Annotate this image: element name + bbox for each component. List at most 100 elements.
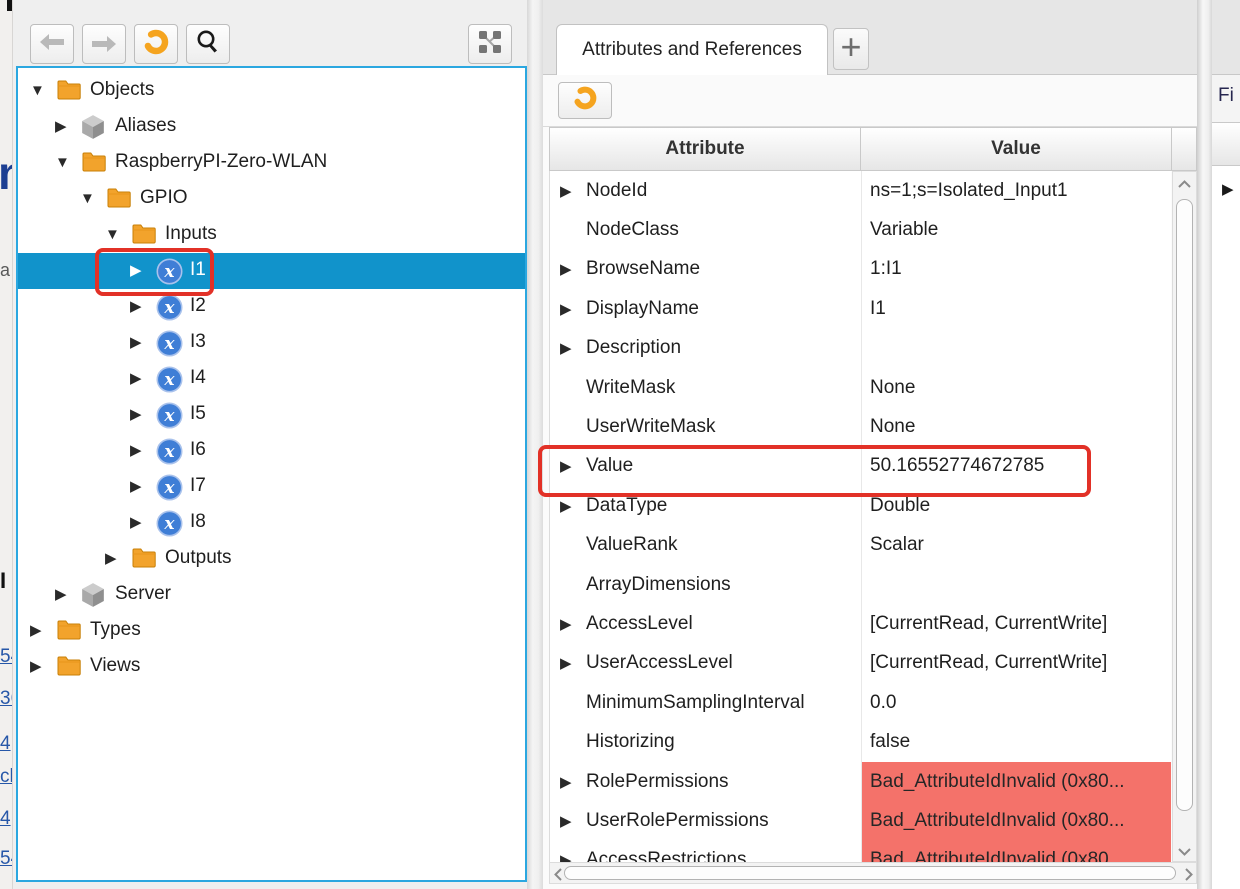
collapse-icon[interactable]: ▼ <box>105 226 120 244</box>
tab-attributes-and-references[interactable]: Attributes and References <box>556 24 828 75</box>
expand-icon[interactable]: ▶ <box>560 457 586 475</box>
expand-icon[interactable]: ▶ <box>55 118 67 136</box>
tree-item-i6[interactable]: ▶xI6 <box>18 433 525 469</box>
reconnect-button[interactable] <box>134 24 178 64</box>
expand-icon[interactable]: ▶ <box>30 658 42 676</box>
cube-icon <box>81 114 107 140</box>
add-tab-button[interactable]: + <box>833 28 869 70</box>
window-splitter-right[interactable] <box>1197 0 1212 889</box>
expand-icon[interactable]: ▶ <box>560 812 586 830</box>
column-header-value[interactable]: Value <box>861 127 1172 171</box>
attribute-row-historizing[interactable]: Historizingfalse <box>550 723 1171 762</box>
attribute-value: false <box>862 723 1171 762</box>
expand-icon[interactable]: ▶ <box>560 339 586 357</box>
refresh-attributes-button[interactable] <box>558 82 612 119</box>
expand-icon[interactable]: ▶ <box>130 334 142 352</box>
tree-item-types[interactable]: ▶Types <box>18 613 525 649</box>
attribute-row-nodeclass[interactable]: NodeClassVariable <box>550 210 1171 249</box>
expand-icon[interactable]: ▶ <box>560 851 586 862</box>
attribute-row-valuerank[interactable]: ValueRankScalar <box>550 526 1171 565</box>
tree-item-views[interactable]: ▶Views <box>18 649 525 685</box>
background-link-fragment[interactable]: 4 <box>0 733 11 755</box>
attribute-row-displayname[interactable]: ▶DisplayNameI1 <box>550 289 1171 328</box>
attribute-row-description[interactable]: ▶Description <box>550 329 1171 368</box>
attribute-row-useraccesslevel[interactable]: ▶UserAccessLevel[CurrentRead, CurrentWri… <box>550 644 1171 683</box>
attribute-row-userrolepermissions[interactable]: ▶UserRolePermissionsBad_AttributeIdInval… <box>550 801 1171 840</box>
tree-item-gpio[interactable]: ▼GPIO <box>18 181 525 217</box>
address-space-tree[interactable]: ▼ Objects ▶Aliases ▼ RaspberryPI-Zero-WLAN ▼G… <box>16 66 527 882</box>
expand-icon[interactable]: ▶ <box>30 622 42 640</box>
background-link-fragment[interactable]: 54 <box>0 646 13 668</box>
tree-item-raspberrypi-zero-wlan[interactable]: ▼ RaspberryPI-Zero-WLAN <box>18 145 525 181</box>
horizontal-scrollbar[interactable] <box>549 862 1197 884</box>
expand-icon[interactable]: ▶ <box>1222 180 1234 198</box>
expand-icon[interactable]: ▶ <box>105 550 117 568</box>
attributes-toolbar <box>543 75 1208 127</box>
back-button[interactable] <box>30 24 74 64</box>
attribute-row-datatype[interactable]: ▶DataTypeDouble <box>550 486 1171 525</box>
window-splitter[interactable] <box>527 0 543 889</box>
tree-item-i2[interactable]: ▶xI2 <box>18 289 525 325</box>
expand-icon[interactable]: ▶ <box>560 654 586 672</box>
scroll-down-icon[interactable] <box>1178 844 1191 858</box>
expand-icon[interactable]: ▶ <box>55 586 67 604</box>
expand-icon[interactable]: ▶ <box>130 370 142 388</box>
tree-item-inputs[interactable]: ▼Inputs <box>18 217 525 253</box>
attribute-row-userwritemask[interactable]: UserWriteMaskNone <box>550 407 1171 446</box>
attribute-row-accessrestrictions[interactable]: ▶AccessRestrictionsBad_AttributeIdInvali… <box>550 841 1171 862</box>
background-link-fragment[interactable]: 4 <box>0 808 11 830</box>
tree-item-label: Objects <box>90 79 154 101</box>
expand-icon[interactable]: ▶ <box>130 478 142 496</box>
scroll-right-icon[interactable] <box>1184 868 1193 883</box>
forward-button[interactable] <box>82 24 126 64</box>
expand-icon[interactable]: ▶ <box>560 497 586 515</box>
expand-icon[interactable]: ▶ <box>130 298 142 316</box>
tree-item-i4[interactable]: ▶xI4 <box>18 361 525 397</box>
tree-item-objects[interactable]: ▼ Objects <box>18 73 525 109</box>
vertical-scrollbar-thumb[interactable] <box>1176 199 1193 811</box>
tree-item-i5[interactable]: ▶xI5 <box>18 397 525 433</box>
attribute-row-browsename[interactable]: ▶BrowseName1:I1 <box>550 250 1171 289</box>
background-link-fragment[interactable]: 36 <box>0 688 13 710</box>
tree-item-server[interactable]: ▶Server <box>18 577 525 613</box>
attribute-row-value[interactable]: ▶Value50.16552774672785 <box>550 447 1171 486</box>
attribute-name: DataType <box>586 495 667 517</box>
tree-item-outputs[interactable]: ▶Outputs <box>18 541 525 577</box>
horizontal-scrollbar-thumb[interactable] <box>564 866 1176 880</box>
graph-view-button[interactable] <box>468 24 512 64</box>
tree-item-aliases[interactable]: ▶Aliases <box>18 109 525 145</box>
collapse-icon[interactable]: ▼ <box>30 82 45 100</box>
expand-icon[interactable]: ▶ <box>130 406 142 424</box>
attribute-row-accesslevel[interactable]: ▶AccessLevel[CurrentRead, CurrentWrite] <box>550 604 1171 643</box>
screenshot-root: naI54364ch454 <box>0 0 1240 889</box>
expand-icon[interactable]: ▶ <box>560 773 586 791</box>
expand-icon[interactable]: ▶ <box>560 615 586 633</box>
folder-icon <box>81 150 107 176</box>
expand-icon[interactable]: ▶ <box>130 442 142 460</box>
search-button[interactable] <box>186 24 230 64</box>
attribute-value: Bad_AttributeIdInvalid (0x80... <box>862 762 1171 801</box>
expand-icon[interactable]: ▶ <box>560 260 586 278</box>
tree-item-i7[interactable]: ▶xI7 <box>18 469 525 505</box>
column-header-attribute[interactable]: Attribute <box>549 127 861 171</box>
tree-item-i8[interactable]: ▶xI8 <box>18 505 525 541</box>
background-link-fragment[interactable]: ch <box>0 766 13 788</box>
attribute-row-nodeid[interactable]: ▶NodeIdns=1;s=Isolated_Input1 <box>550 171 1171 210</box>
tree-item-i3[interactable]: ▶xI3 <box>18 325 525 361</box>
collapse-icon[interactable]: ▼ <box>80 190 95 208</box>
tree-item-i1[interactable]: ▶xI1 <box>18 253 525 289</box>
scroll-up-icon[interactable] <box>1178 177 1191 191</box>
tree-item-label: RaspberryPI-Zero-WLAN <box>115 151 327 173</box>
expand-icon[interactable]: ▶ <box>130 514 142 532</box>
attribute-row-writemask[interactable]: WriteMaskNone <box>550 368 1171 407</box>
vertical-scrollbar[interactable] <box>1172 171 1197 862</box>
collapse-icon[interactable]: ▼ <box>55 154 70 172</box>
scroll-left-icon[interactable] <box>554 868 563 883</box>
background-link-fragment[interactable]: 54 <box>0 848 13 870</box>
expand-icon[interactable]: ▶ <box>130 262 142 280</box>
expand-icon[interactable]: ▶ <box>560 182 586 200</box>
attribute-row-arraydimensions[interactable]: ArrayDimensions <box>550 565 1171 604</box>
attribute-row-rolepermissions[interactable]: ▶RolePermissionsBad_AttributeIdInvalid (… <box>550 762 1171 801</box>
expand-icon[interactable]: ▶ <box>560 300 586 318</box>
attribute-row-minimumsamplinginterval[interactable]: MinimumSamplingInterval0.0 <box>550 683 1171 722</box>
